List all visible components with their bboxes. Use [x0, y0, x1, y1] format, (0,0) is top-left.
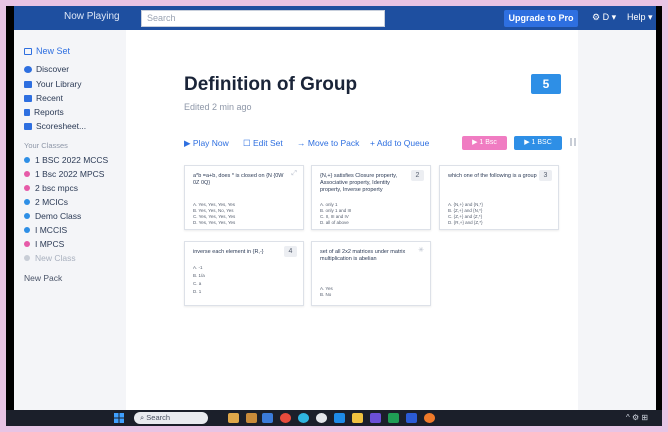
- class-item[interactable]: Demo Class: [24, 211, 81, 221]
- question-number: 4: [284, 246, 297, 257]
- report-icon: [24, 109, 30, 116]
- new-class-button[interactable]: New Class: [24, 253, 76, 263]
- page-title: Definition of Group: [184, 74, 358, 95]
- user-menu[interactable]: ⚙ D ▾: [592, 12, 616, 23]
- app-window: Now Playing Search Upgrade to Pro ⚙ D ▾ …: [14, 6, 656, 410]
- sidebar-item-library[interactable]: Your Library: [24, 79, 82, 89]
- question-number: 2: [411, 170, 424, 181]
- answer-options: A. -1 B. 1/a C. a D. 1: [193, 265, 205, 294]
- answer-options: A. Yes, Yes, Yes, Yes B. Yes, Yes, No, Y…: [193, 202, 236, 225]
- question-card[interactable]: ✳ set of all 2x2 matrices under matrix m…: [311, 241, 431, 306]
- question-text: inverse each element in {R,-}: [193, 249, 264, 255]
- star-icon[interactable]: ✳: [418, 246, 424, 254]
- new-set-button[interactable]: New Set: [24, 46, 70, 56]
- edit-icon: ☐: [243, 138, 253, 148]
- edit-set-button[interactable]: ☐ Edit Set: [243, 138, 283, 149]
- sidebar-item-discover[interactable]: Discover: [24, 64, 69, 74]
- class-dot-icon: [24, 227, 30, 233]
- file-explorer-icon[interactable]: [246, 413, 257, 423]
- class-tag-pink[interactable]: ▶ 1 Bsc: [462, 136, 507, 150]
- sidebar: New Set Discover Your Library Recent Rep…: [14, 30, 126, 410]
- system-tray[interactable]: ^ ⚙ ⊞: [626, 413, 648, 422]
- question-text: which one of the following is a group: [448, 173, 537, 179]
- class-item[interactable]: I MCCIS: [24, 225, 67, 235]
- class-dot-icon: [24, 213, 30, 219]
- sidebar-item-scoresheet[interactable]: Scoresheet...: [24, 121, 86, 131]
- upgrade-button[interactable]: Upgrade to Pro: [504, 10, 578, 27]
- class-dot-icon: [24, 241, 30, 247]
- now-playing-link[interactable]: Now Playing: [64, 11, 120, 22]
- new-pack-button[interactable]: New Pack: [24, 273, 62, 283]
- question-text: set of all 2x2 matrices under matrix mul…: [320, 249, 406, 262]
- screen: Now Playing Search Upgrade to Pro ⚙ D ▾ …: [6, 6, 662, 426]
- taskbar-search-input[interactable]: ⌕ Search: [134, 412, 208, 424]
- class-item[interactable]: 2 bsc mpcs: [24, 183, 78, 193]
- store-icon[interactable]: [262, 413, 273, 423]
- word-icon[interactable]: [406, 413, 417, 423]
- windows-start-icon[interactable]: [114, 413, 124, 423]
- folder-app-icon[interactable]: [352, 413, 363, 423]
- class-item[interactable]: I MPCS: [24, 239, 64, 249]
- answer-options: A. Yes B. No: [320, 286, 333, 297]
- class-item[interactable]: 2 MCICs: [24, 197, 68, 207]
- question-number: 3: [539, 170, 552, 181]
- right-pane: [578, 30, 656, 410]
- folder-icon: [24, 81, 32, 88]
- question-card[interactable]: ⤢ a*b =a+b, does * is closed on {N {0W 0…: [184, 165, 304, 230]
- sidebar-item-reports[interactable]: Reports: [24, 107, 64, 117]
- answer-options: A. only 1 B. only 1 and III C. II, III a…: [320, 202, 352, 225]
- grid-icon: [24, 123, 32, 130]
- add-to-queue-button[interactable]: + Add to Queue: [370, 138, 429, 148]
- edited-timestamp: Edited 2 min ago: [184, 102, 252, 112]
- answer-options: A. {N,+} and {N,*} B. {Z,+} and {N,*} C.…: [448, 202, 483, 225]
- edge-icon[interactable]: [298, 413, 309, 423]
- taskbar: ⌕ Search ^ ⚙ ⊞: [6, 410, 662, 426]
- classes-heading: Your Classes: [24, 141, 68, 150]
- browser-icon[interactable]: [424, 413, 435, 423]
- clock-icon: [24, 95, 32, 102]
- class-tag-blue[interactable]: ▶ 1 BSC: [514, 136, 562, 150]
- top-bar: Now Playing Search Upgrade to Pro ⚙ D ▾ …: [14, 6, 656, 30]
- question-card[interactable]: 2 {N,+} satisfies Closure property, Asso…: [311, 165, 431, 230]
- excel-icon[interactable]: [388, 413, 399, 423]
- class-item[interactable]: 1 BSC 2022 MCCS: [24, 155, 108, 165]
- sidebar-item-recent[interactable]: Recent: [24, 93, 63, 103]
- question-count-badge: 5: [531, 74, 561, 94]
- chrome-icon[interactable]: [280, 413, 291, 423]
- play-now-button[interactable]: ▶ Play Now: [184, 138, 229, 149]
- class-dot-icon: [24, 171, 30, 177]
- move-to-pack-button[interactable]: → Move to Pack: [297, 138, 359, 148]
- help-menu[interactable]: Help ▾: [627, 12, 653, 23]
- class-dot-icon: [24, 157, 30, 163]
- plus-icon: [24, 255, 30, 261]
- onenote-icon[interactable]: [370, 413, 381, 423]
- question-card[interactable]: 4 inverse each element in {R,-} A. -1 B.…: [184, 241, 304, 306]
- expand-icon[interactable]: ⤢: [291, 170, 297, 178]
- class-dot-icon: [24, 199, 30, 205]
- question-card[interactable]: 3 which one of the following is a group …: [439, 165, 559, 230]
- class-dot-icon: [24, 185, 30, 191]
- set-detail-panel: Definition of Group Edited 2 min ago 5 ▶…: [126, 30, 580, 410]
- search-input[interactable]: Search: [141, 10, 385, 27]
- new-set-icon: [24, 48, 32, 55]
- compass-icon: [24, 66, 32, 73]
- mail-icon[interactable]: [334, 413, 345, 423]
- landscape-app-icon[interactable]: [228, 413, 239, 423]
- class-item[interactable]: 1 Bsc 2022 MPCS: [24, 169, 104, 179]
- app-icon[interactable]: [316, 413, 327, 423]
- question-text: a*b =a+b, does * is closed on {N {0W 0Z …: [193, 173, 284, 186]
- question-text: {N,+} satisfies Closure property, Associ…: [320, 173, 398, 193]
